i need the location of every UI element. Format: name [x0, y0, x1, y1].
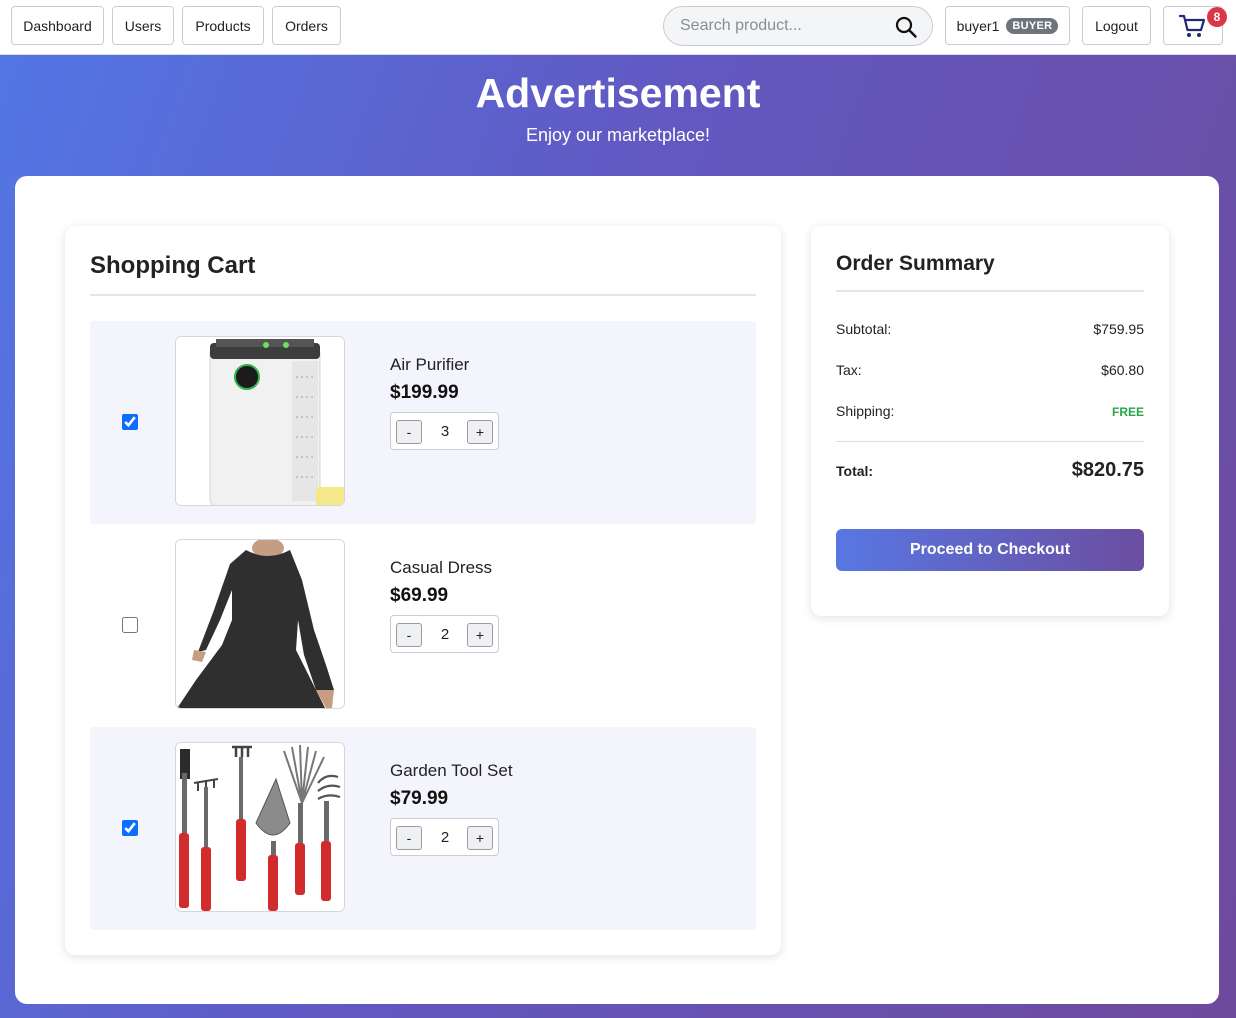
advertisement-title: Advertisement [475, 70, 761, 116]
cart-count-badge: 8 [1207, 7, 1227, 27]
search-icon[interactable] [894, 15, 918, 39]
nav-products-button[interactable]: Products [182, 6, 264, 45]
cart-item: Air Purifier $199.99 - 3 + [90, 321, 756, 524]
search-bar [663, 6, 933, 46]
tax-label: Tax: [836, 362, 862, 378]
cart-item: Garden Tool Set $79.99 - 2 + [90, 727, 756, 930]
item-price: $79.99 [390, 788, 449, 809]
total-row: Total: $820.75 [836, 459, 1144, 486]
quantity-stepper: - 2 + [390, 615, 499, 653]
item-name[interactable]: Casual Dress [390, 558, 492, 578]
item-name[interactable]: Air Purifier [390, 355, 469, 375]
top-navbar: Dashboard Users Products Orders buyer1 B… [0, 0, 1236, 55]
shipping-label: Shipping: [836, 403, 895, 419]
subtotal-label: Subtotal: [836, 321, 892, 337]
cart-heading-divider [90, 294, 756, 296]
item-price: $199.99 [390, 382, 459, 403]
summary-total-divider [836, 441, 1144, 442]
summary-heading-divider [836, 290, 1144, 292]
role-badge: BUYER [1006, 17, 1059, 34]
summary-heading: Order Summary [836, 252, 995, 275]
quantity-stepper: - 2 + [390, 818, 499, 856]
item-price: $69.99 [390, 585, 449, 606]
item-name[interactable]: Garden Tool Set [390, 761, 513, 781]
nav-dashboard-button[interactable]: Dashboard [11, 6, 104, 45]
order-summary-card: Order Summary Subtotal: $759.95 Tax: $60… [811, 226, 1169, 616]
proceed-to-checkout-button[interactable]: Proceed to Checkout [836, 529, 1144, 571]
increase-quantity-button[interactable]: + [467, 826, 493, 850]
quantity-value: 3 [440, 423, 450, 440]
quantity-value: 2 [440, 829, 450, 846]
total-value: $820.75 [1071, 459, 1144, 481]
cart-item: Casual Dress $69.99 - 2 + [90, 524, 756, 727]
increase-quantity-button[interactable]: + [467, 623, 493, 647]
nav-orders-button[interactable]: Orders [272, 6, 341, 45]
subtotal-value: $759.95 [1093, 321, 1144, 337]
tax-value: $60.80 [1101, 362, 1144, 378]
shopping-cart-card: Shopping Cart Air Purifier $199.99 - 3 +… [65, 226, 781, 955]
decrease-quantity-button[interactable]: - [396, 420, 422, 444]
username-label: buyer1 [956, 17, 1000, 34]
item-select-checkbox[interactable] [122, 820, 138, 836]
quantity-stepper: - 3 + [390, 412, 499, 450]
decrease-quantity-button[interactable]: - [396, 623, 422, 647]
logout-button[interactable]: Logout [1082, 6, 1151, 45]
product-image-garden-tool-set[interactable] [175, 742, 345, 912]
shopping-cart-icon [1178, 14, 1206, 37]
increase-quantity-button[interactable]: + [467, 420, 493, 444]
total-label: Total: [836, 463, 874, 479]
cart-heading: Shopping Cart [90, 252, 256, 279]
product-image-air-purifier[interactable] [175, 336, 345, 506]
quantity-value: 2 [440, 626, 450, 643]
decrease-quantity-button[interactable]: - [396, 826, 422, 850]
shipping-value: FREE [1111, 405, 1144, 419]
advertisement-subtitle: Enjoy our marketplace! [525, 125, 711, 145]
item-select-checkbox[interactable] [122, 414, 138, 430]
search-input[interactable] [680, 17, 890, 35]
item-select-checkbox[interactable] [122, 617, 138, 633]
user-profile-button[interactable]: buyer1 BUYER [945, 6, 1070, 45]
product-image-casual-dress[interactable] [175, 539, 345, 709]
nav-users-button[interactable]: Users [112, 6, 174, 45]
